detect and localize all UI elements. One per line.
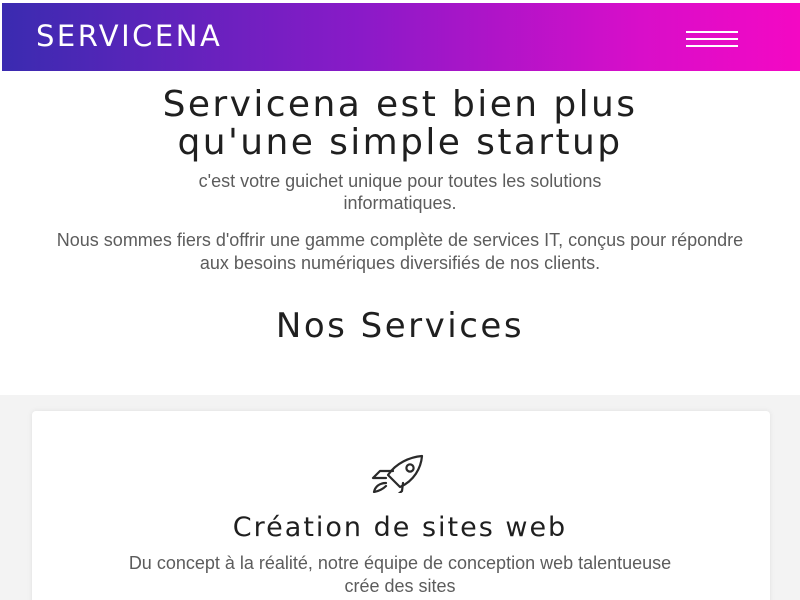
hamburger-bar	[686, 38, 738, 40]
hamburger-bar	[686, 31, 738, 33]
service-card-text: Du concept à la réalité, notre équipe de…	[0, 552, 800, 598]
hero-description: Nous sommes fiers d'offrir une gamme com…	[0, 229, 800, 274]
hero-subtitle: c'est votre guichet unique pour toutes l…	[0, 170, 800, 214]
hamburger-menu-icon[interactable]	[686, 31, 738, 49]
service-card-title: Création de sites web	[232, 512, 568, 543]
hero-description-text: Nous sommes fiers d'offrir une gamme com…	[56, 230, 744, 273]
hero-title-line-1: Servicena est bien plus	[162, 84, 638, 125]
service-card-text-content: Du concept à la réalité, notre équipe de…	[128, 553, 672, 596]
brand-logo[interactable]: SERVICENA	[36, 19, 222, 53]
hero-subtitle-text: c'est votre guichet unique pour toutes l…	[198, 171, 602, 213]
navbar: SERVICENA	[2, 3, 800, 71]
hero-title-line-2: qu'une simple startup	[177, 122, 623, 163]
hamburger-bar	[686, 45, 738, 47]
hero-title: Servicena est bien plus qu'une simple st…	[0, 86, 800, 162]
services-title: Nos Services	[275, 306, 525, 346]
hero-section: Servicena est bien plus qu'une simple st…	[0, 86, 800, 162]
rocket-icon	[371, 454, 424, 493]
